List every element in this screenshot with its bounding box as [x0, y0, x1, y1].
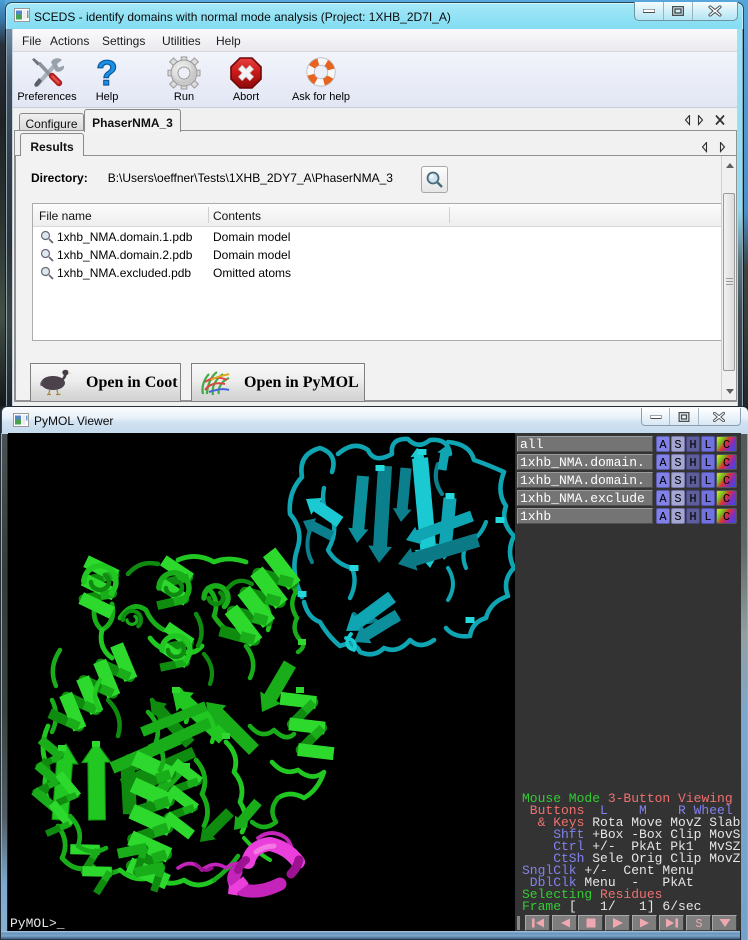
svg-text:?: ? [96, 56, 117, 90]
svg-text:S: S [695, 917, 702, 929]
